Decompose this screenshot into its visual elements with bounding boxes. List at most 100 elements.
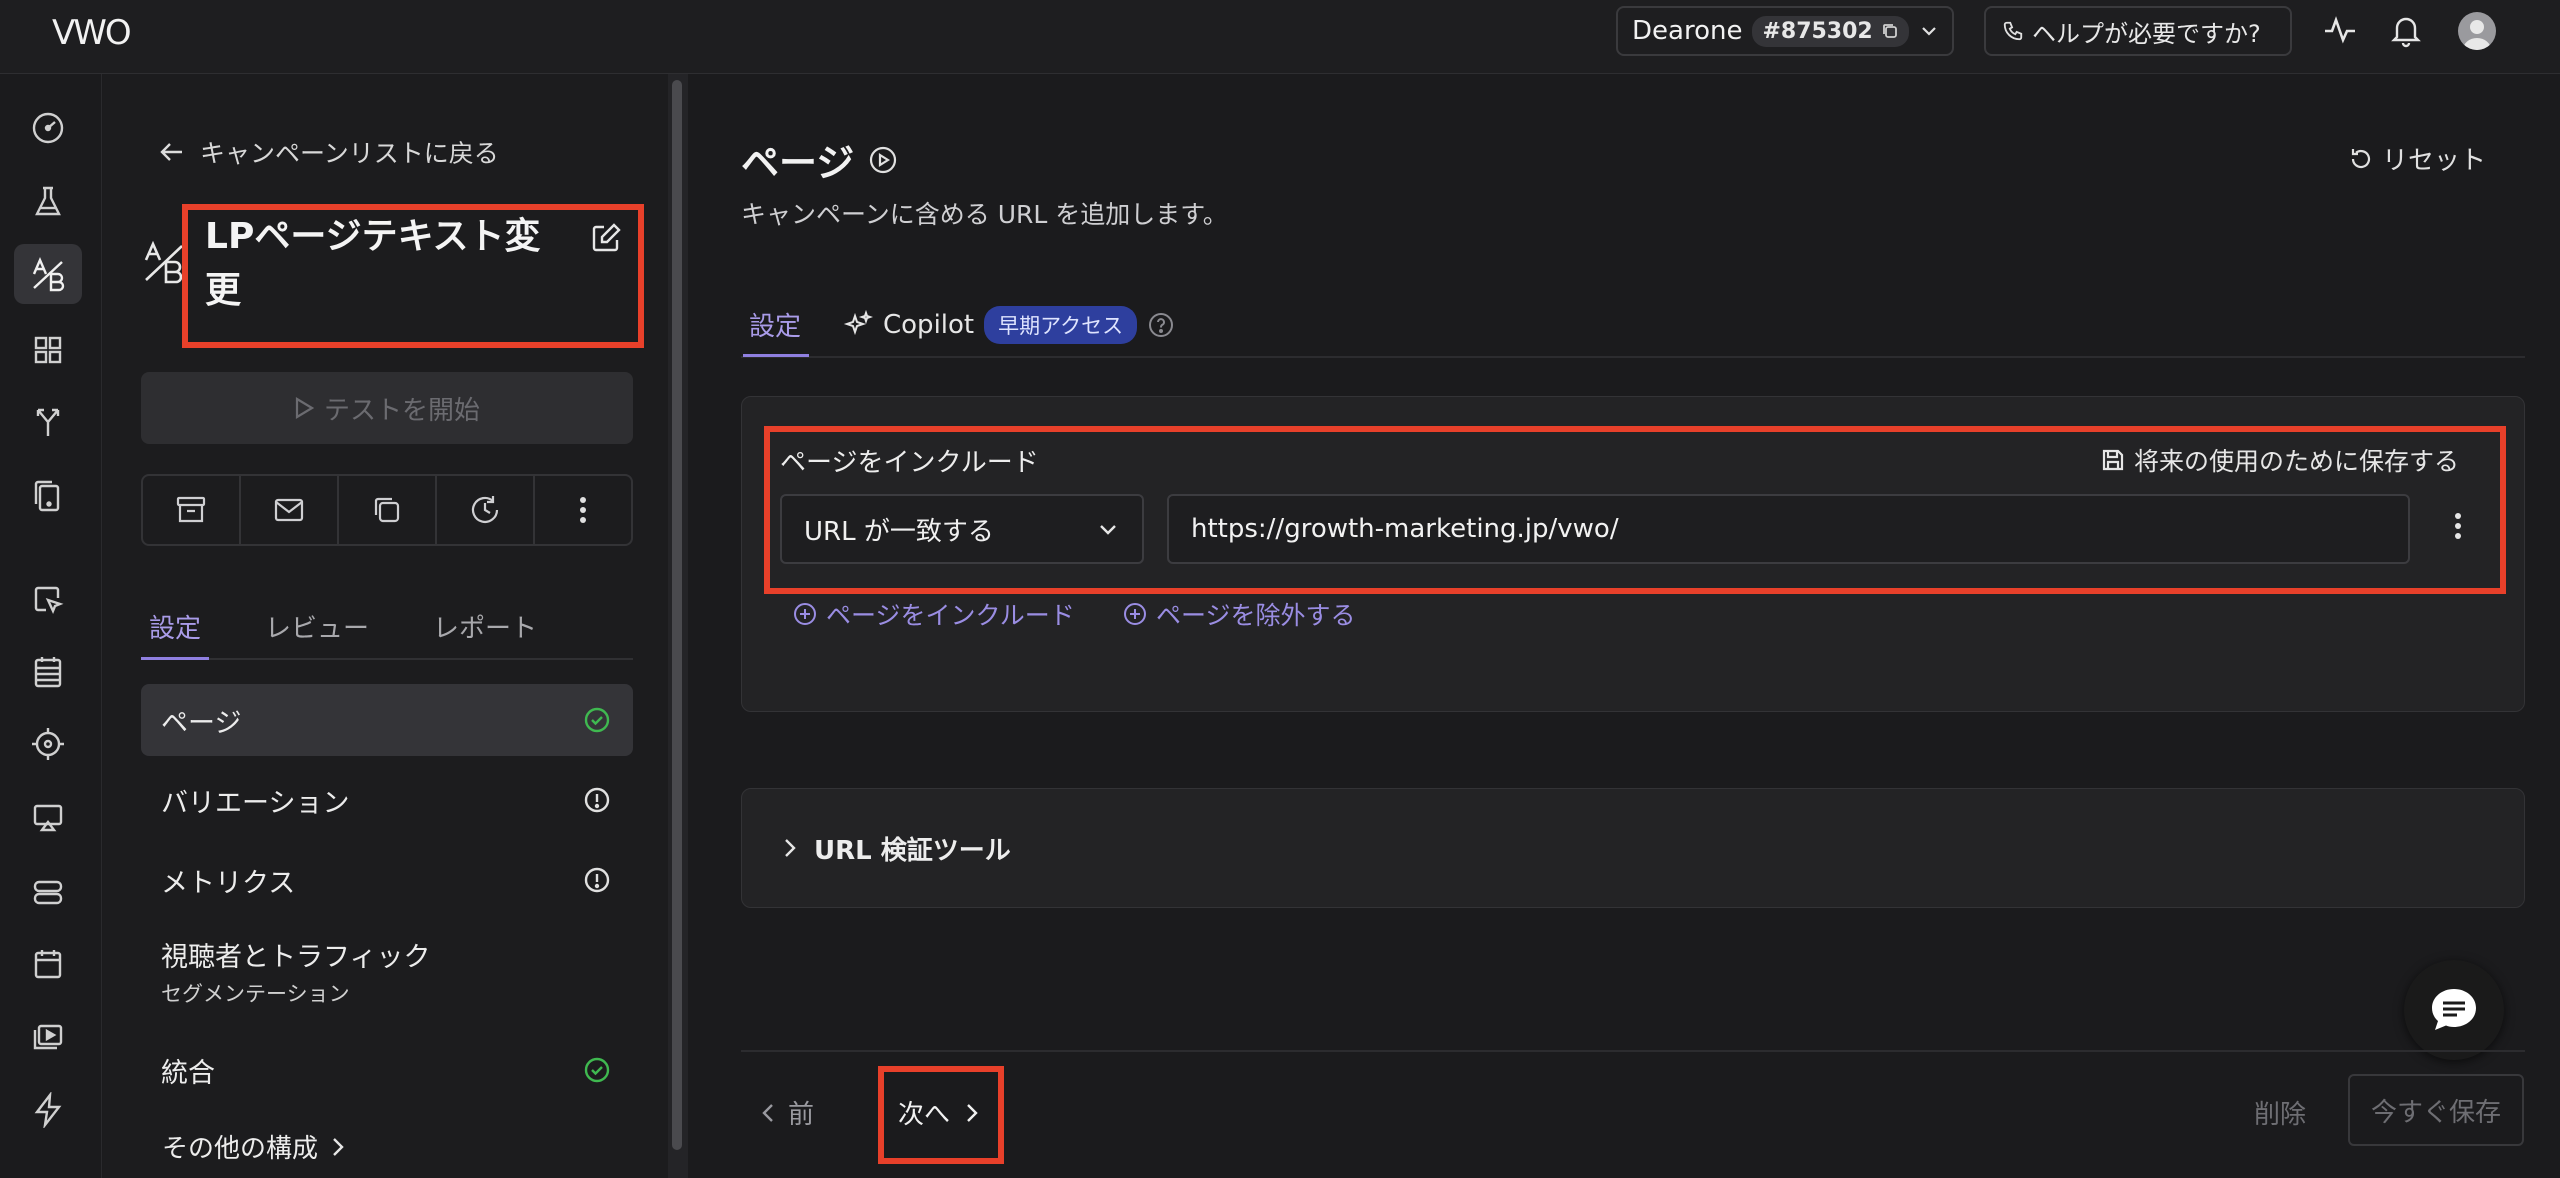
alert-circle-icon [583, 866, 611, 894]
plus-circle-icon [792, 601, 818, 627]
panel-scrollbar-thumb[interactable] [672, 80, 682, 1150]
chevron-right-icon [964, 1102, 980, 1124]
save-for-future-button[interactable]: 将来の使用のために保存する [2100, 442, 2459, 478]
nav-item-audience[interactable]: 視聴者とトラフィック セグメンテーション [141, 928, 633, 1014]
calendar-icon[interactable] [14, 934, 82, 994]
video-icon[interactable] [14, 1008, 82, 1068]
page-description: キャンペーンに含める URL を追加します。 [741, 200, 1228, 229]
schedule-button[interactable] [437, 476, 535, 544]
match-type-value: URL が一致する [804, 516, 994, 547]
copy-device-icon[interactable] [14, 466, 82, 526]
tab-report[interactable]: レポート [425, 596, 545, 658]
ab-test-icon[interactable] [14, 244, 82, 304]
presentation-icon[interactable] [14, 788, 82, 848]
play-icon [294, 397, 314, 419]
logo-text: VWO [52, 13, 130, 52]
add-exclude-label: ページを除外する [1156, 601, 1356, 630]
chevron-left-icon [760, 1102, 776, 1124]
nav-item-integrations[interactable]: 統合 [141, 1034, 633, 1106]
top-bar: VWO Dearone #875302 ヘルプが必要ですか? [0, 0, 2560, 74]
list-icon[interactable] [14, 642, 82, 702]
target-icon[interactable] [14, 714, 82, 774]
copy-icon[interactable] [1881, 22, 1899, 40]
start-test-label: テストを開始 [323, 395, 480, 426]
nav-item-text: 視聴者とトラフィック セグメンテーション [161, 935, 430, 1008]
archive-button[interactable] [143, 476, 241, 544]
row-more-icon[interactable] [2446, 508, 2470, 544]
chevron-down-icon [1919, 21, 1939, 41]
icon-rail [0, 74, 102, 1178]
vwo-logo[interactable]: VWO [52, 12, 148, 52]
bell-icon[interactable] [2388, 12, 2424, 48]
flask-icon[interactable] [14, 172, 82, 232]
check-circle-icon [583, 1056, 611, 1084]
account-id: #875302 [1762, 18, 1873, 44]
tab-settings[interactable]: 設定 [141, 596, 210, 660]
include-pages-label: ページをインクルード [780, 448, 1039, 478]
add-include-label: ページをインクルード [826, 601, 1075, 630]
nav-item-variations[interactable]: バリエーション [141, 764, 633, 836]
help-button[interactable]: ヘルプが必要ですか? [1984, 6, 2292, 56]
footer-divider [741, 1050, 2525, 1052]
avatar[interactable] [2458, 12, 2496, 50]
url-input[interactable]: https://growth-marketing.jp/vwo/ [1167, 494, 2410, 564]
chat-button[interactable] [2404, 960, 2504, 1060]
add-include-page-button[interactable]: ページをインクルード [792, 596, 1075, 632]
match-type-select[interactable]: URL が一致する [780, 494, 1144, 564]
next-label: 次へ [898, 1100, 951, 1130]
duplicate-icon [374, 497, 400, 523]
account-switcher[interactable]: Dearone #875302 [1616, 6, 1954, 56]
save-now-button[interactable]: 今すぐ保存 [2348, 1074, 2524, 1146]
bolt-icon[interactable] [14, 1080, 82, 1140]
tab-copilot[interactable]: Copilot 早期アクセス [843, 306, 1175, 344]
nav-item-label: 視聴者とトラフィック [161, 941, 431, 973]
chevron-down-icon [1096, 517, 1120, 541]
campaign-tabs: 設定 レビュー レポート [141, 596, 633, 660]
server-icon[interactable] [14, 862, 82, 922]
cursor-icon[interactable] [14, 570, 82, 630]
back-to-campaigns-link[interactable]: キャンペーンリストに戻る [158, 134, 499, 170]
tab-main-settings[interactable]: 設定 [742, 306, 810, 357]
more-config-link[interactable]: その他の構成 [162, 1128, 346, 1165]
mail-icon [274, 498, 304, 522]
reset-button[interactable]: リセット [2348, 140, 2486, 177]
save-icon [2100, 447, 2126, 473]
more-options-button[interactable] [535, 476, 631, 544]
duplicate-button[interactable] [339, 476, 437, 544]
early-access-badge: 早期アクセス [984, 306, 1138, 344]
start-test-button[interactable]: テストを開始 [141, 372, 633, 444]
delete-button[interactable]: 削除 [2254, 1094, 2306, 1131]
chat-icon [2432, 989, 2476, 1030]
back-label: キャンペーンリストに戻る [200, 139, 499, 168]
mail-button[interactable] [241, 476, 339, 544]
reset-icon [2348, 146, 2374, 172]
nav-item-metrics[interactable]: メトリクス [141, 844, 633, 916]
tab-review[interactable]: レビュー [257, 596, 377, 658]
prev-button[interactable]: 前 [760, 1094, 814, 1131]
nav-item-pages[interactable]: ページ [141, 684, 633, 756]
help-circle-icon[interactable] [1147, 311, 1175, 339]
phone-icon [2002, 20, 2024, 42]
campaign-title: LPページテキスト変更 [205, 216, 541, 311]
nav-item-sublabel: セグメンテーション [161, 981, 350, 1006]
play-circle-icon[interactable] [868, 145, 898, 175]
help-label: ヘルプが必要ですか? [2032, 19, 2261, 48]
ab-campaign-icon [142, 240, 186, 284]
dashboard-icon[interactable] [14, 98, 82, 158]
split-icon[interactable] [14, 392, 82, 452]
schedule-icon [471, 496, 499, 523]
alert-circle-icon [583, 786, 611, 814]
tab-label: Copilot [883, 310, 975, 340]
grid-icon[interactable] [14, 320, 82, 380]
add-exclude-page-button[interactable]: ページを除外する [1122, 596, 1356, 632]
url-validator-card[interactable]: URL 検証ツール [741, 788, 2525, 908]
edit-icon[interactable] [590, 222, 622, 254]
nav-item-label: バリエーション [161, 787, 350, 819]
plus-circle-icon [1122, 601, 1148, 627]
next-button[interactable]: 次へ [898, 1094, 980, 1131]
arrow-left-icon [158, 138, 186, 166]
url-validator-label: URL 検証ツール [814, 835, 1011, 866]
activity-icon[interactable] [2322, 12, 2358, 48]
sparkle-icon [843, 310, 873, 340]
account-name: Dearone [1632, 16, 1743, 46]
